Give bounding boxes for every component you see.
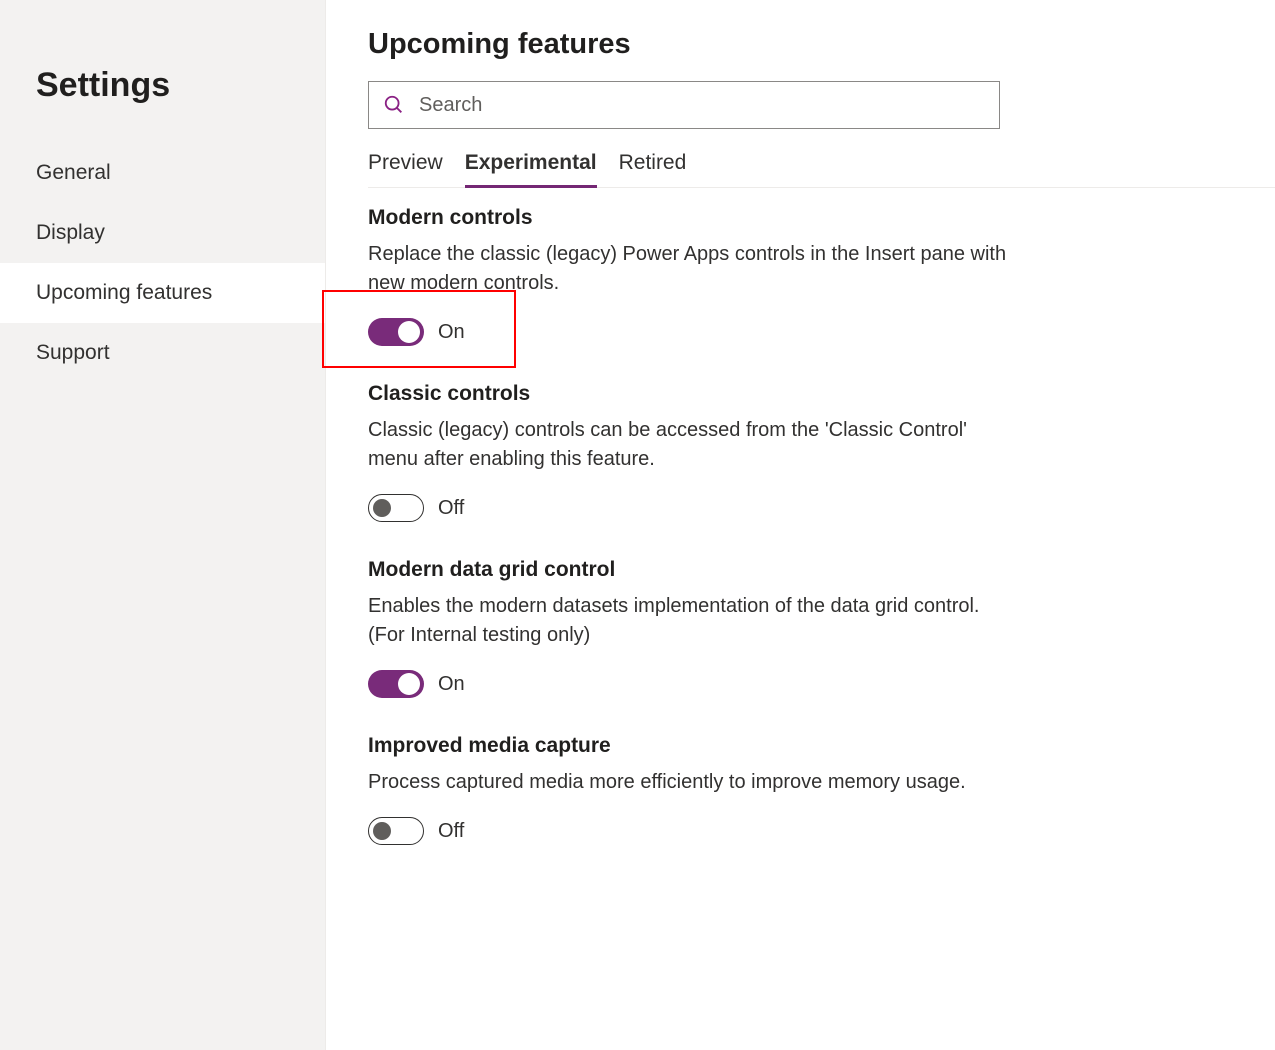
feature-title: Classic controls [368, 382, 1008, 406]
feature-title: Modern controls [368, 206, 1008, 230]
toggle-modern-controls[interactable] [368, 318, 424, 346]
feature-classic-controls: Classic controls Classic (legacy) contro… [368, 382, 1008, 522]
toggle-label: Off [438, 497, 464, 520]
feature-title: Improved media capture [368, 734, 1008, 758]
tab-experimental[interactable]: Experimental [465, 151, 597, 187]
main-content: Upcoming features Preview Experimental R… [326, 0, 1275, 1050]
feature-modern-data-grid: Modern data grid control Enables the mod… [368, 558, 1008, 698]
toggle-row: On [368, 318, 1008, 346]
toggle-row: Off [368, 494, 1008, 522]
feature-modern-controls: Modern controls Replace the classic (leg… [368, 206, 1008, 346]
search-icon [383, 94, 405, 116]
tabs: Preview Experimental Retired [368, 151, 1275, 188]
toggle-knob [398, 321, 420, 343]
toggle-label: On [438, 673, 465, 696]
toggle-classic-controls[interactable] [368, 494, 424, 522]
toggle-modern-data-grid[interactable] [368, 670, 424, 698]
toggle-label: On [438, 321, 465, 344]
feature-description: Classic (legacy) controls can be accesse… [368, 416, 1008, 474]
sidebar-title: Settings [0, 48, 325, 143]
sidebar-item-general[interactable]: General [0, 143, 325, 203]
sidebar-item-upcoming-features[interactable]: Upcoming features [0, 263, 325, 323]
search-box[interactable] [368, 81, 1000, 129]
toggle-row: Off [368, 817, 1008, 845]
feature-improved-media-capture: Improved media capture Process captured … [368, 734, 1008, 845]
toggle-knob [373, 822, 391, 840]
feature-description: Process captured media more efficiently … [368, 768, 1008, 797]
toggle-label: Off [438, 820, 464, 843]
tab-preview[interactable]: Preview [368, 151, 443, 187]
sidebar-item-support[interactable]: Support [0, 323, 325, 383]
feature-description: Enables the modern datasets implementati… [368, 592, 1008, 650]
toggle-knob [373, 499, 391, 517]
toggle-improved-media-capture[interactable] [368, 817, 424, 845]
search-input[interactable] [419, 94, 985, 117]
feature-description: Replace the classic (legacy) Power Apps … [368, 240, 1008, 298]
toggle-row: On [368, 670, 1008, 698]
tab-retired[interactable]: Retired [619, 151, 687, 187]
sidebar-item-display[interactable]: Display [0, 203, 325, 263]
page-title: Upcoming features [368, 28, 1275, 61]
feature-title: Modern data grid control [368, 558, 1008, 582]
toggle-knob [398, 673, 420, 695]
sidebar: Settings General Display Upcoming featur… [0, 0, 326, 1050]
